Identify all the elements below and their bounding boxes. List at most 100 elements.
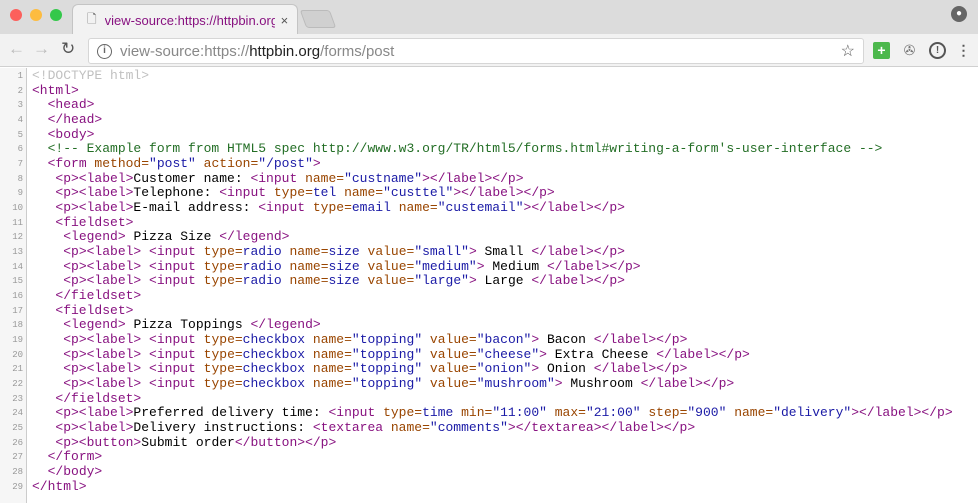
- new-tab-button[interactable]: [299, 10, 337, 28]
- tag-token: <fieldset>: [55, 214, 134, 230]
- line-source: <p><label> <input type=radio name=size v…: [32, 258, 640, 275]
- tag-token: <p><label>: [63, 346, 142, 362]
- tag-token: <input: [149, 244, 196, 260]
- tag-token: <form: [47, 156, 87, 172]
- forward-icon[interactable]: →: [33, 39, 50, 59]
- line-number: 26: [12, 437, 23, 448]
- line-number: 21: [12, 364, 23, 375]
- attribute-value-token: "/post": [258, 156, 313, 172]
- attribute-value-token: "900": [687, 405, 727, 421]
- line-number: 8: [17, 173, 23, 184]
- menu-kebab-icon[interactable]: ⋮: [955, 42, 972, 59]
- line-number: 1: [17, 71, 23, 81]
- line-source: <body>: [32, 127, 95, 143]
- profile-icon[interactable]: ●: [951, 6, 967, 22]
- line-number: 28: [12, 467, 23, 478]
- attribute-name-token: value=: [359, 258, 415, 274]
- extension-info-icon[interactable]: !: [929, 42, 946, 59]
- line-source: <html>: [32, 82, 79, 99]
- text-token: Pizza Toppings: [125, 317, 251, 333]
- line-number: 29: [12, 481, 23, 492]
- source-line: 16 </fieldset>: [0, 288, 978, 304]
- line-source: <p><label>Telephone: <input type=tel nam…: [32, 185, 555, 201]
- source-line: 4 </head>: [0, 112, 978, 128]
- line-source: </fieldset>: [32, 391, 141, 407]
- attribute-name-token: step=: [640, 405, 688, 421]
- attribute-name-token: method=: [86, 156, 150, 172]
- attribute-value-token: "custname": [344, 170, 423, 186]
- line-number: 6: [17, 144, 23, 155]
- tag-token: >: [554, 376, 563, 392]
- doctype-token: <!DOCTYPE html>: [32, 68, 150, 83]
- attribute-name-token: name=: [726, 405, 774, 421]
- attribute-value-token: size: [328, 273, 360, 289]
- tag-token: <p><label>: [63, 376, 142, 392]
- reload-icon[interactable]: ↻: [61, 39, 75, 59]
- attribute-value-token: "11:00": [492, 405, 547, 421]
- attribute-name-token: value=: [422, 376, 477, 392]
- attribute-name-token: name=: [305, 361, 352, 377]
- address-bar[interactable]: i view-source:https://httpbin.org/forms/…: [88, 38, 864, 64]
- attribute-value-token: size: [328, 258, 360, 274]
- attribute-name-token: type=: [195, 244, 243, 260]
- source-line: 1 <!DOCTYPE html>: [0, 68, 978, 84]
- bookmark-star-icon[interactable]: ☆: [841, 41, 855, 61]
- tag-token: </label></p>: [593, 361, 688, 377]
- line-number: 14: [12, 261, 23, 272]
- line-number: 7: [17, 159, 23, 170]
- line-number: 27: [12, 452, 23, 463]
- line-source: <p><label>E-mail address: <input type=em…: [32, 200, 625, 216]
- line-source: <p><button>Submit order</button></p>: [32, 435, 336, 451]
- minimize-window-button[interactable]: [30, 9, 42, 21]
- line-source: <fieldset>: [32, 214, 134, 231]
- attribute-value-token: "onion": [476, 361, 532, 377]
- source-line: 21 <p><label> <input type=checkbox name=…: [0, 362, 978, 377]
- line-number: 24: [12, 408, 23, 419]
- tag-token: </label></p>: [640, 376, 735, 392]
- url-host: httpbin.org: [249, 42, 321, 60]
- attribute-name-token: name=: [297, 170, 345, 186]
- tab-close-icon[interactable]: ×: [281, 13, 289, 28]
- text-token: Delivery instructions:: [133, 420, 313, 436]
- text-token: Telephone:: [133, 185, 220, 201]
- attribute-name-token: max=: [546, 405, 586, 421]
- line-source: <p><label>Preferred delivery time: <inpu…: [32, 405, 953, 421]
- line-source: <legend> Pizza Toppings </legend>: [32, 317, 321, 333]
- tag-token: <input: [328, 405, 376, 421]
- line-source: <p><label> <input type=checkbox name="to…: [32, 346, 750, 363]
- tag-token: <input: [219, 185, 267, 201]
- text-token: Bacon: [539, 332, 594, 348]
- tag-token: ></label></p>: [453, 185, 555, 201]
- url-path: /forms/post: [320, 42, 395, 60]
- extension-plus-icon[interactable]: +: [873, 42, 890, 59]
- tab-active[interactable]: 🗋 view-source:https://httpbin.org/forms/…: [72, 4, 298, 35]
- close-window-button[interactable]: [10, 9, 22, 21]
- url-prefix: view-source:https://: [120, 42, 250, 60]
- line-source: </fieldset>: [32, 288, 141, 304]
- tag-token: </legend>: [250, 317, 321, 333]
- tag-token: </form>: [47, 449, 103, 465]
- maximize-window-button[interactable]: [50, 9, 62, 21]
- source-line: 22 <p><label> <input type=checkbox name=…: [0, 376, 978, 392]
- line-source: </head>: [32, 112, 103, 128]
- attribute-value-token: "small": [414, 244, 469, 260]
- tag-token: <html>: [32, 82, 79, 98]
- back-icon[interactable]: ←: [8, 39, 25, 59]
- extension-film-icon[interactable]: ✇: [901, 42, 918, 59]
- tag-token: ></label></p>: [851, 405, 953, 421]
- tag-token: <head>: [47, 97, 95, 113]
- attribute-name-token: name=: [383, 420, 430, 436]
